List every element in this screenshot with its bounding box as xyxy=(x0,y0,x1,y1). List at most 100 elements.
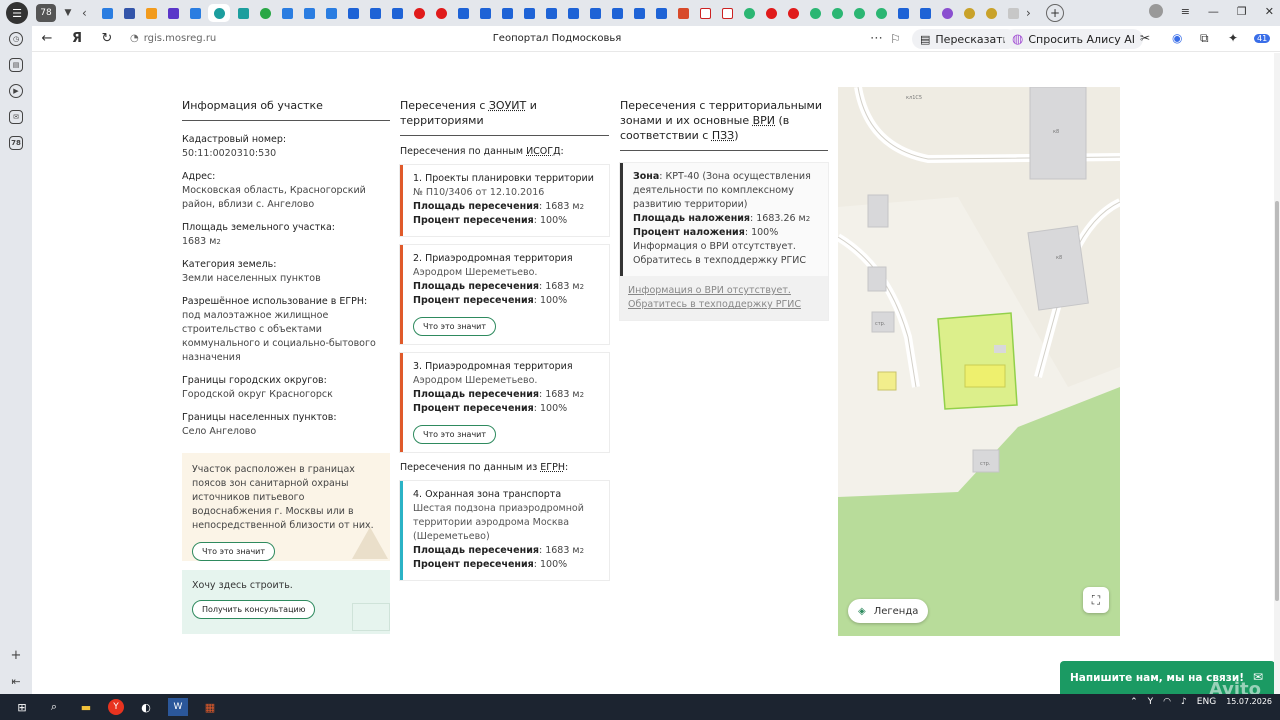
tab-favicon-icon[interactable] xyxy=(762,4,780,22)
more-icon[interactable]: ⋯ xyxy=(870,31,883,46)
tab-count-badge[interactable]: 78 xyxy=(36,4,56,22)
what-it-means-button[interactable]: Что это значит xyxy=(413,425,497,444)
tray-icon[interactable]: ⌃ xyxy=(1130,697,1138,707)
yandex-browser-icon[interactable]: Y xyxy=(108,699,124,715)
scrollbar-thumb[interactable] xyxy=(1275,201,1279,601)
mail-icon[interactable]: ✉ xyxy=(9,110,23,124)
tab-favicon-icon[interactable] xyxy=(344,4,362,22)
retell-button[interactable]: ▤ Пересказать xyxy=(912,29,1018,49)
profile-avatar[interactable] xyxy=(1148,4,1163,18)
tab-favicon-icon[interactable] xyxy=(432,4,450,22)
language-indicator[interactable]: ENG xyxy=(1197,697,1216,707)
tab-favicon-icon[interactable] xyxy=(718,4,736,22)
tab-favicon-icon[interactable] xyxy=(1004,4,1022,22)
vri-abbr[interactable]: ВРИ xyxy=(753,114,775,127)
tab-favicon-icon[interactable] xyxy=(476,4,494,22)
zouit-abbr[interactable]: ЗОУИТ xyxy=(489,99,526,112)
clock[interactable]: 15.07.2026 xyxy=(1226,697,1272,707)
notifications-badge[interactable]: 41 xyxy=(1254,34,1271,43)
restore-icon[interactable]: ❐ xyxy=(1237,5,1247,18)
start-icon[interactable]: ⊞ xyxy=(12,698,32,716)
tab-favicon-icon[interactable] xyxy=(806,4,824,22)
tab-favicon-icon[interactable] xyxy=(960,4,978,22)
video-icon[interactable]: ▶ xyxy=(9,84,23,98)
word-icon[interactable]: W xyxy=(168,698,188,716)
tab-favicon-icon[interactable] xyxy=(256,4,274,22)
tab-favicon-icon[interactable] xyxy=(894,4,912,22)
tab-favicon-icon[interactable] xyxy=(234,4,252,22)
tab-favicon-icon[interactable] xyxy=(586,4,604,22)
search-icon[interactable]: ⌕ xyxy=(44,698,64,716)
what-it-means-button[interactable]: Что это значит xyxy=(413,317,497,336)
tab-favicon-icon[interactable] xyxy=(164,4,182,22)
close-icon[interactable]: ✕ xyxy=(1265,5,1274,18)
new-tab-icon[interactable]: + xyxy=(1046,4,1064,22)
fullscreen-icon[interactable]: ⛶ xyxy=(1083,587,1109,613)
page-scrollbar[interactable] xyxy=(1274,53,1280,694)
tab-favicon-icon[interactable] xyxy=(542,4,560,22)
tab-favicon-icon[interactable] xyxy=(784,4,802,22)
tab-favicon-icon[interactable] xyxy=(916,4,934,22)
tab-favicon-icon[interactable] xyxy=(454,4,472,22)
browser-logo-icon[interactable]: ☰ xyxy=(6,2,28,24)
tab-favicon-icon[interactable] xyxy=(142,4,160,22)
site-info-icon[interactable]: ◔ xyxy=(130,33,139,44)
extension-icon[interactable]: ✂ xyxy=(1140,31,1150,45)
chat-widget[interactable]: Напишите нам, мы на связи! ✉ Avito xyxy=(1060,661,1275,700)
collections-icon[interactable]: ▤ xyxy=(9,58,23,72)
tab-favicon-icon[interactable] xyxy=(982,4,1000,22)
tab-favicon-icon[interactable] xyxy=(186,4,204,22)
app-icon[interactable]: ▦ xyxy=(200,698,220,716)
parcel-map[interactable]: кл1С5 к8 к8 стр. стр. ◈ Легенда ⛶ xyxy=(838,87,1120,636)
back-icon[interactable]: ← xyxy=(32,31,62,46)
tabs-scroll-left-icon[interactable]: ‹ xyxy=(82,6,94,20)
tab-favicon-icon[interactable] xyxy=(938,4,956,22)
tab-favicon-icon[interactable] xyxy=(696,4,714,22)
ask-alice-button[interactable]: ◍ Спросить Алису AI xyxy=(1004,29,1144,49)
sidebar-badge[interactable]: 78 xyxy=(9,136,23,150)
app-icon[interactable]: ◐ xyxy=(136,698,156,716)
extension-icon[interactable]: ✦ xyxy=(1228,31,1238,45)
chevron-down-icon[interactable]: ▼ xyxy=(60,4,76,22)
tab-favicon-icon[interactable] xyxy=(652,4,670,22)
history-icon[interactable]: ◷ xyxy=(9,32,23,46)
tab-favicon-icon[interactable] xyxy=(828,4,846,22)
yandex-icon[interactable]: Я xyxy=(62,31,92,46)
get-consultation-button[interactable]: Получить консультацию xyxy=(192,600,316,619)
tab-favicon-icon[interactable] xyxy=(98,4,116,22)
vri-support-link[interactable]: Информация о ВРИ отсутствует. Обратитесь… xyxy=(620,276,828,320)
tab-favicon-icon[interactable] xyxy=(520,4,538,22)
tab-favicon-icon[interactable] xyxy=(850,4,868,22)
isogd-abbr[interactable]: ИСОГД xyxy=(526,146,560,157)
what-it-means-button[interactable]: Что это значит xyxy=(192,542,276,561)
tab-favicon-icon[interactable] xyxy=(674,4,692,22)
tab-favicon-icon[interactable] xyxy=(608,4,626,22)
panel-toggle-icon[interactable]: ⇤ xyxy=(9,674,23,688)
volume-icon[interactable]: ♪ xyxy=(1181,697,1187,707)
minimize-icon[interactable]: — xyxy=(1208,5,1219,18)
tab-favicon-icon[interactable] xyxy=(498,4,516,22)
tab-favicon-icon[interactable] xyxy=(564,4,582,22)
pzz-abbr[interactable]: ПЗЗ xyxy=(712,129,734,142)
add-icon[interactable]: + xyxy=(9,648,23,663)
egrn-abbr[interactable]: ЕГРН xyxy=(540,462,565,473)
extension-icon[interactable]: ⧉ xyxy=(1200,31,1209,46)
explorer-icon[interactable]: ▬ xyxy=(76,698,96,716)
tab-favicon-icon[interactable] xyxy=(366,4,384,22)
tabs-scroll-right-icon[interactable]: › xyxy=(1026,6,1038,20)
legend-button[interactable]: ◈ Легенда xyxy=(848,599,929,623)
bookmark-icon[interactable]: ⚐ xyxy=(890,32,901,46)
tab-favicon-icon[interactable] xyxy=(300,4,318,22)
extension-icon[interactable]: ◉ xyxy=(1172,31,1182,45)
menu-icon[interactable]: ≡ xyxy=(1181,5,1190,18)
map-canvas[interactable]: кл1С5 к8 к8 стр. стр. xyxy=(838,87,1120,636)
tab-favicon-icon[interactable] xyxy=(278,4,296,22)
tab-favicon-icon[interactable] xyxy=(120,4,138,22)
tab-favicon-icon[interactable] xyxy=(322,4,340,22)
tab-favicon-icon[interactable] xyxy=(410,4,428,22)
tab-favicon-icon[interactable] xyxy=(630,4,648,22)
tab-favicon-icon[interactable] xyxy=(388,4,406,22)
reload-icon[interactable]: ↻ xyxy=(92,31,122,46)
network-icon[interactable]: ◠ xyxy=(1163,697,1171,707)
tab-favicon-icon[interactable] xyxy=(872,4,890,22)
